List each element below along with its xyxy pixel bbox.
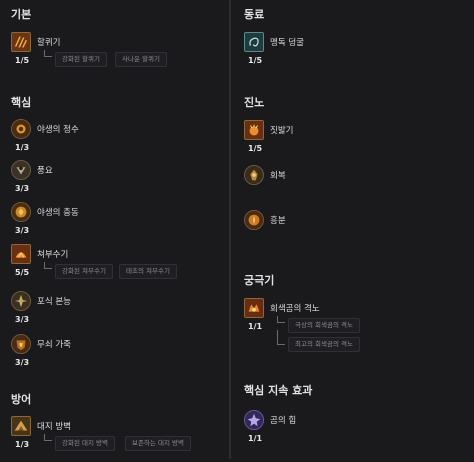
skill-rank: 1/5 — [15, 56, 30, 65]
skill-heal[interactable]: 회복 — [244, 165, 464, 211]
skill-trample[interactable]: 짓밟기 1/5 — [244, 120, 464, 166]
upgrade-branch — [277, 316, 285, 323]
upgrade-option[interactable]: 강화된 할퀴기 — [55, 52, 107, 67]
section-title-core: 핵심 — [11, 96, 32, 109]
skill-rank: 5/5 — [15, 268, 30, 277]
skill-predatory-instinct[interactable]: 포식 본능 3/3 — [11, 291, 221, 337]
skill-name: 포식 본능 — [37, 297, 71, 307]
skill-rank: 3/3 — [15, 184, 30, 193]
skill-poison-creeper[interactable]: 맹독 덩굴 1/5 — [244, 32, 464, 78]
skill-name: 무쇠 가죽 — [37, 340, 71, 350]
upgrade-branch — [44, 262, 52, 269]
upgrade-branch — [44, 434, 52, 441]
section-title-ultimate: 궁극기 — [244, 274, 275, 287]
section-title-companion: 동료 — [244, 8, 265, 21]
skill-rank: 1/1 — [248, 434, 263, 443]
upgrade-option[interactable]: 태초의 쳐부수기 — [119, 264, 177, 279]
skill-name: 회색곰의 격노 — [270, 304, 320, 314]
column-divider — [229, 0, 231, 459]
skill-name: 회복 — [270, 171, 286, 181]
skill-rank: 3/3 — [15, 226, 30, 235]
abundance-icon — [11, 160, 31, 180]
upgrade-option[interactable]: 보존하는 대지 방벽 — [125, 436, 191, 451]
wild-essence-icon — [11, 119, 31, 139]
upgrade-option[interactable]: 극상의 회색곰의 격노 — [288, 318, 360, 333]
skill-rank: 1/5 — [248, 56, 263, 65]
poison-creeper-icon — [244, 32, 264, 52]
left-column: 기본 할퀴기 1/5 강화된 할퀴기 사나운 할퀴기 핵심 야생의 정수 1/3… — [0, 0, 228, 459]
predatory-instinct-icon — [11, 291, 31, 311]
heal-icon — [244, 165, 264, 185]
section-title-defense: 방어 — [11, 393, 32, 406]
skill-name: 야생의 정수 — [37, 125, 79, 135]
ursine-strength-icon — [244, 410, 264, 430]
skill-wild-impulse[interactable]: 야생의 충동 3/3 — [11, 202, 221, 248]
section-title-key-passive: 핵심 지속 효과 — [244, 384, 313, 397]
skill-name: 할퀴기 — [37, 38, 61, 48]
skill-rank: 1/5 — [248, 144, 263, 153]
upgrade-option[interactable]: 강화된 대지 방벽 — [55, 436, 115, 451]
iron-fur-icon — [11, 334, 31, 354]
upgrade-branch — [277, 330, 285, 345]
grizzly-rage-icon — [244, 298, 264, 318]
skill-rank: 1/3 — [15, 143, 30, 152]
maul-icon — [11, 244, 31, 264]
skill-name: 쳐부수기 — [37, 250, 69, 260]
skill-name: 야생의 충동 — [37, 208, 79, 218]
skill-abundance[interactable]: 풍요 3/3 — [11, 160, 221, 206]
skill-frenzy[interactable]: 흥분 — [244, 210, 464, 256]
skill-name: 곰의 힘 — [270, 416, 297, 426]
right-column: 동료 맹독 덩굴 1/5 진노 짓밟기 1/5 회복 흥분 궁극기 회색곰의 격… — [233, 0, 474, 459]
skill-rank: 1/1 — [248, 322, 263, 331]
skill-rank: 1/3 — [15, 440, 30, 449]
frenzy-icon — [244, 210, 264, 230]
skill-maul[interactable]: 쳐부수기 5/5 — [11, 244, 221, 290]
skill-name: 풍요 — [37, 166, 53, 176]
skill-wild-essence[interactable]: 야생의 정수 1/3 — [11, 119, 221, 165]
upgrade-option[interactable]: 최고의 회색곰의 격노 — [288, 337, 360, 352]
skill-ursine-strength[interactable]: 곰의 힘 1/1 — [244, 410, 464, 456]
skill-rank: 3/3 — [15, 358, 30, 367]
skill-name: 대지 방벽 — [37, 422, 71, 432]
earthen-bulwark-icon — [11, 416, 31, 436]
skill-name: 맹독 덩굴 — [270, 38, 304, 48]
skill-iron-fur[interactable]: 무쇠 가죽 3/3 — [11, 334, 221, 380]
section-title-wrath: 진노 — [244, 96, 265, 109]
upgrade-branch — [44, 50, 52, 57]
skill-name: 흥분 — [270, 216, 286, 226]
trample-icon — [244, 120, 264, 140]
wild-impulse-icon — [11, 202, 31, 222]
skill-name: 짓밟기 — [270, 126, 294, 136]
claw-icon — [11, 32, 31, 52]
skill-rank: 3/3 — [15, 315, 30, 324]
upgrade-option[interactable]: 사나운 할퀴기 — [115, 52, 167, 67]
upgrade-option[interactable]: 강화된 쳐부수기 — [55, 264, 113, 279]
section-title-basic: 기본 — [11, 8, 32, 21]
